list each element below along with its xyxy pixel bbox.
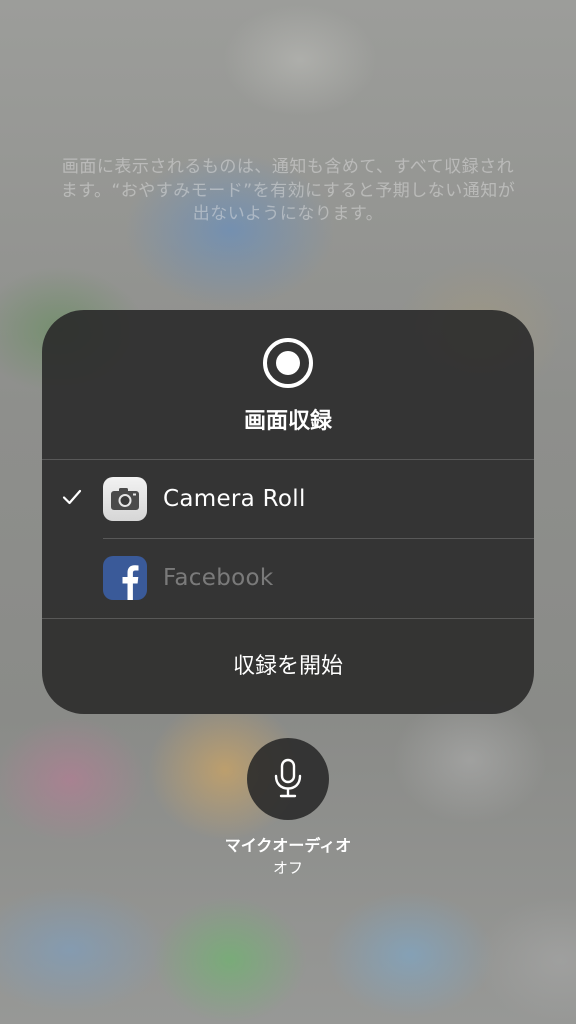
microphone-label: マイクオーディオ <box>224 836 352 855</box>
checkmark-icon <box>62 489 82 505</box>
destination-label: Camera Roll <box>163 486 306 512</box>
divider <box>42 618 534 619</box>
destination-label: Facebook <box>163 565 274 591</box>
panel-title: 画面収録 <box>243 409 332 434</box>
record-icon <box>263 338 313 388</box>
start-recording-button[interactable]: 収録を開始 <box>42 620 534 714</box>
recording-notice: 画面に表示されるものは、通知も含めて、すべて収録されます。“おやすみモード”を有… <box>60 157 516 224</box>
microphone-status: オフ <box>272 859 303 877</box>
destination-facebook[interactable]: Facebook <box>42 539 534 617</box>
facebook-icon <box>103 556 147 600</box>
microphone-icon <box>274 758 302 798</box>
destination-camera-roll[interactable]: Camera Roll <box>42 460 534 538</box>
screen-recording-panel: 画面収録 Camera Roll Facebook 収録を開始 <box>42 310 534 714</box>
camera-icon <box>103 477 147 521</box>
microphone-toggle[interactable] <box>247 738 329 820</box>
